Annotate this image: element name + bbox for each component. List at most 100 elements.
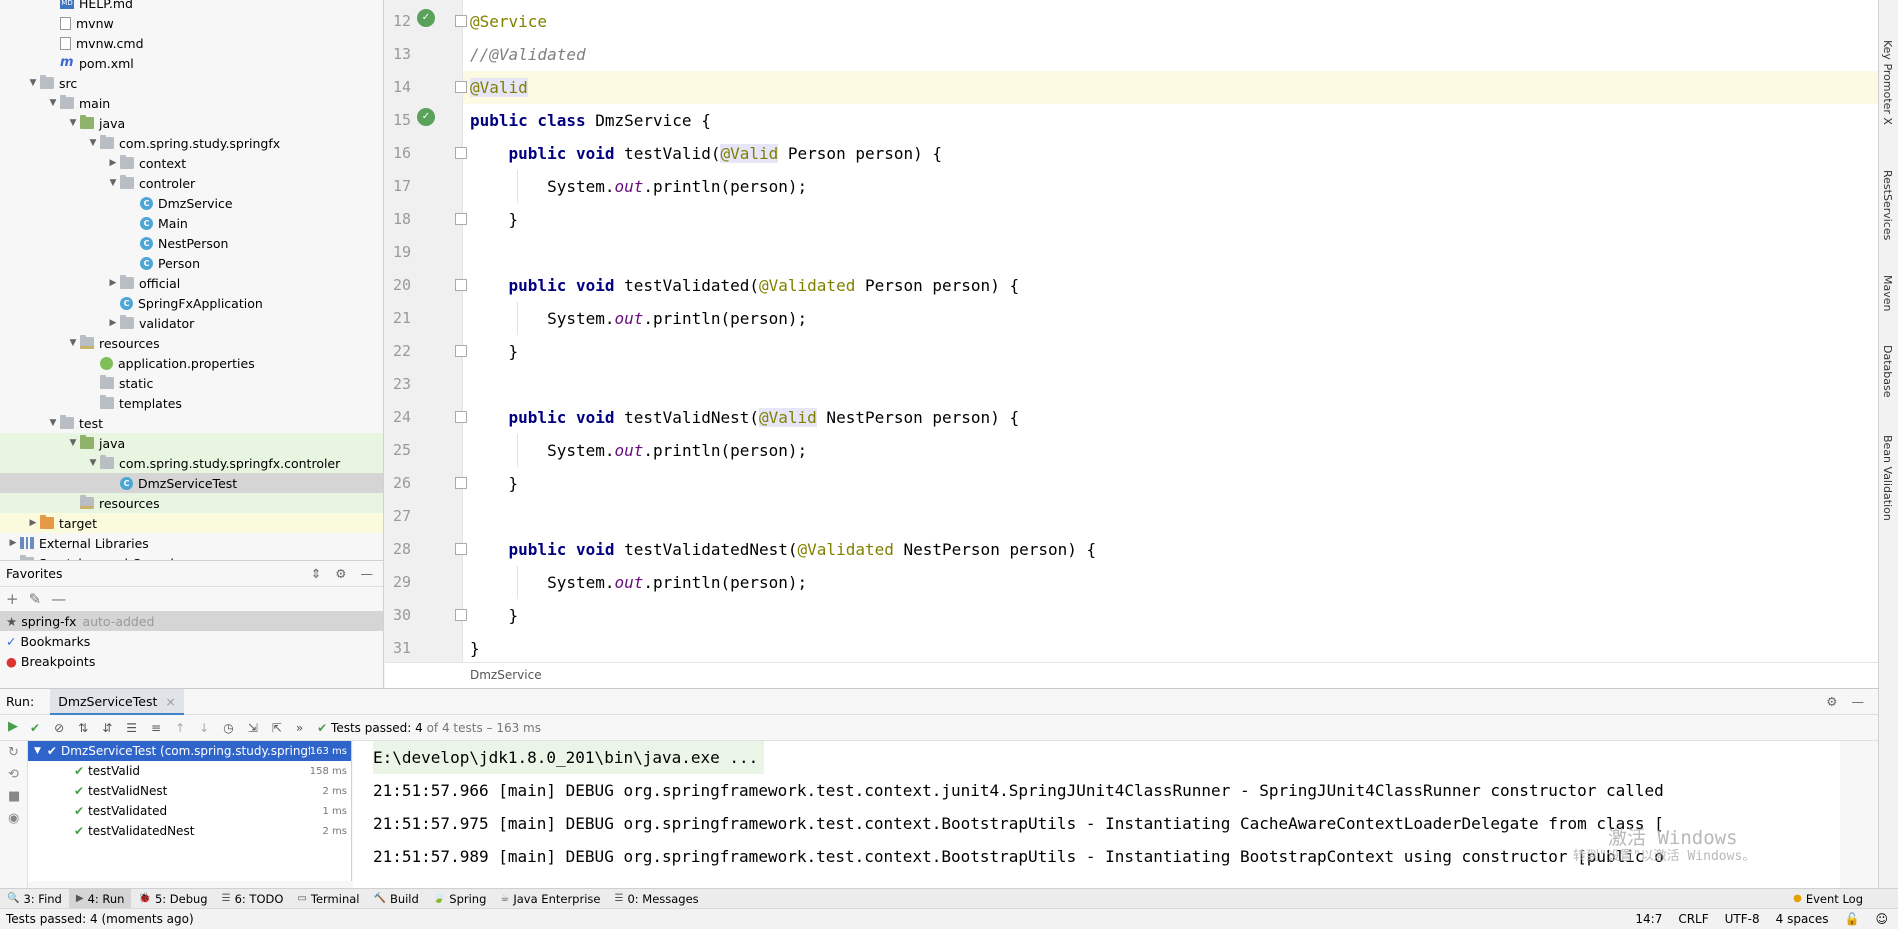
toggle-auto-test-icon[interactable]: ⟲	[8, 767, 19, 782]
tree-item[interactable]: ▶ official	[0, 273, 383, 293]
chevron-right-icon[interactable]: ▶	[6, 538, 20, 548]
tree-item[interactable]: mvnw.cmd	[0, 33, 383, 53]
more-icon[interactable]: »	[296, 721, 303, 735]
tree-item[interactable]: C DmzService	[0, 193, 383, 213]
test-case-row[interactable]: ✔ testValidated 1 ms	[28, 801, 351, 821]
tree-item[interactable]: MD HELP.md	[0, 0, 383, 13]
code-line[interactable]: public void testValid(@Valid Person pers…	[470, 137, 942, 170]
next-test-icon[interactable]: ↓	[199, 721, 209, 735]
tree-item[interactable]: ▼ test	[0, 413, 383, 433]
import-icon[interactable]: ⇲	[248, 721, 258, 735]
chevron-down-icon[interactable]: ▼	[46, 98, 60, 108]
prev-test-icon[interactable]: ↑	[175, 721, 185, 735]
tree-item[interactable]: ▼ resources	[0, 333, 383, 353]
favorites-item[interactable]: ✓ Bookmarks	[0, 631, 383, 651]
code-line[interactable]: }	[470, 335, 519, 368]
camera-icon[interactable]: ◉	[8, 811, 19, 826]
history-icon[interactable]: ◷	[223, 721, 233, 735]
tool-window-4-run[interactable]: ▶ 4: Run	[68, 888, 132, 909]
minimize-icon[interactable]: —	[361, 566, 374, 581]
collapse-all-icon[interactable]: ≡	[151, 721, 161, 735]
code-line[interactable]: System.out.println(person);	[470, 566, 807, 599]
tree-item[interactable]: C Main	[0, 213, 383, 233]
tree-item[interactable]: ▼ com.spring.study.springfx.controler	[0, 453, 383, 473]
tool-window-3-find[interactable]: 🔍 3: Find	[0, 889, 69, 909]
tree-item[interactable]: ▼ java	[0, 113, 383, 133]
tree-item[interactable]: ▼ com.spring.study.springfx	[0, 133, 383, 153]
tree-item[interactable]: ▶ target	[0, 513, 383, 533]
fold-marker-icon[interactable]	[455, 147, 467, 159]
code-line[interactable]: @Valid	[470, 71, 528, 104]
tool-window-build[interactable]: 🔨 Build	[366, 889, 425, 909]
chevron-down-icon[interactable]: ▼	[106, 178, 120, 188]
tool-window-terminal[interactable]: ▭ Terminal	[290, 889, 366, 909]
fold-marker-icon[interactable]	[455, 213, 467, 225]
editor-breadcrumb[interactable]: DmzService	[385, 662, 1878, 688]
chevron-down-icon[interactable]: ▼	[34, 746, 41, 756]
tree-item[interactable]: ▼ controler	[0, 173, 383, 193]
run-console[interactable]: E:\develop\jdk1.8.0_201\bin\java.exe ...…	[353, 741, 1840, 889]
tree-item[interactable]: static	[0, 373, 383, 393]
show-passed-icon[interactable]: ✔	[30, 721, 40, 735]
tree-item[interactable]: C DmzServiceTest	[0, 473, 383, 493]
expand-all-icon[interactable]: ☰	[126, 721, 137, 735]
code-line[interactable]: }	[470, 632, 480, 665]
test-case-row[interactable]: ✔ testValid 158 ms	[28, 761, 351, 781]
sort-duration-icon[interactable]: ⇵	[102, 721, 112, 735]
fold-marker-icon[interactable]	[455, 411, 467, 423]
favorites-item[interactable]: ★ spring-fx auto-added	[0, 611, 383, 631]
tree-item[interactable]: C Person	[0, 253, 383, 273]
collapse-icon[interactable]: ⇕	[311, 566, 321, 581]
tree-item[interactable]: ▶ External Libraries	[0, 533, 383, 553]
test-case-row[interactable]: ✔ testValidatedNest 2 ms	[28, 821, 351, 841]
tree-item[interactable]: m pom.xml	[0, 53, 383, 73]
rerun-icon[interactable]: ▶	[8, 719, 18, 734]
chevron-right-icon[interactable]: ▶	[106, 318, 120, 328]
tree-item[interactable]: C NestPerson	[0, 233, 383, 253]
code-line[interactable]: }	[470, 203, 519, 236]
test-case-row[interactable]: ✔ testValidNest 2 ms	[28, 781, 351, 801]
chevron-down-icon[interactable]: ▼	[66, 118, 80, 128]
chevron-right-icon[interactable]: ▶	[106, 158, 120, 168]
minimize-icon[interactable]: —	[1852, 694, 1865, 709]
tree-item[interactable]: ▼ src	[0, 73, 383, 93]
chevron-right-icon[interactable]: ▶	[106, 278, 120, 288]
right-tab-restservices[interactable]: RestServices	[1881, 170, 1894, 240]
show-ignored-icon[interactable]: ⊘	[54, 721, 64, 735]
chevron-down-icon[interactable]: ▼	[26, 78, 40, 88]
code-line[interactable]: System.out.println(person);	[470, 170, 807, 203]
close-tab-icon[interactable]: ×	[165, 694, 175, 709]
right-tab-database[interactable]: Database	[1881, 345, 1894, 398]
tool-window-java-enterprise[interactable]: ☕ Java Enterprise	[493, 889, 607, 909]
chevron-down-icon[interactable]: ▼	[86, 138, 100, 148]
tree-item[interactable]: mvnw	[0, 13, 383, 33]
fold-marker-icon[interactable]	[455, 279, 467, 291]
code-line[interactable]: public void testValidNest(@Valid NestPer…	[470, 401, 1019, 434]
fold-marker-icon[interactable]	[455, 81, 467, 93]
chevron-down-icon[interactable]: ▼	[86, 458, 100, 468]
code-editor[interactable]: 12 13 14 15 16 17 18 19 20 21 22 23 24 25 26 27 28 29 30 31…	[385, 0, 1878, 688]
chevron-down-icon[interactable]: ▼	[66, 438, 80, 448]
lock-icon[interactable]: 🔓	[1845, 912, 1860, 926]
fold-marker-icon[interactable]	[455, 15, 467, 27]
right-tab-maven[interactable]: Maven	[1881, 275, 1894, 311]
chevron-down-icon[interactable]: ▼	[66, 338, 80, 348]
line-separator[interactable]: CRLF	[1678, 912, 1708, 926]
right-tab-bean-validation[interactable]: Bean Validation	[1881, 435, 1894, 521]
fold-marker-icon[interactable]	[455, 543, 467, 555]
tree-item[interactable]: ▶ context	[0, 153, 383, 173]
code-line[interactable]: }	[470, 467, 519, 500]
tool-window-0-messages[interactable]: ☰ 0: Messages	[607, 889, 705, 909]
rerun-failed-icon[interactable]: ↻	[8, 745, 19, 760]
remove-icon[interactable]: —	[51, 590, 66, 608]
right-tab-key-promoter-x[interactable]: Key Promoter X	[1881, 40, 1894, 125]
tree-item[interactable]: application.properties	[0, 353, 383, 373]
file-encoding[interactable]: UTF-8	[1725, 912, 1760, 926]
add-icon[interactable]: +	[6, 590, 19, 608]
sort-alpha-icon[interactable]: ⇅	[78, 721, 88, 735]
fold-marker-icon[interactable]	[455, 609, 467, 621]
tree-item[interactable]: Scratches and Consoles	[0, 553, 383, 560]
tree-item[interactable]: ▼ java	[0, 433, 383, 453]
stop-icon[interactable]: ■	[8, 789, 20, 804]
code-line[interactable]: public void testValidated(@Validated Per…	[470, 269, 1020, 302]
